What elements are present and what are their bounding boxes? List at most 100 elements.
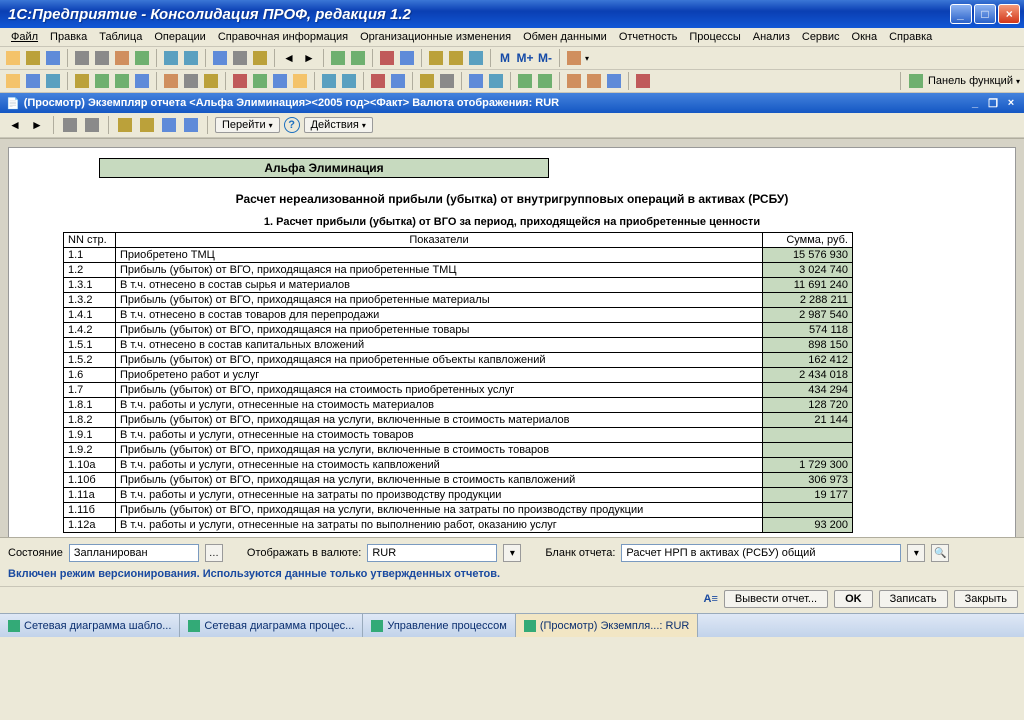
doc-restore-button[interactable]: ❐ xyxy=(986,97,1000,110)
actions-button[interactable]: Действия ▾ xyxy=(304,117,373,133)
func-panel-label[interactable]: Панель функций xyxy=(928,75,1013,87)
task-item-1[interactable]: Сетевая диаграмма шабло... xyxy=(0,614,180,637)
menu-table[interactable]: Таблица xyxy=(94,30,147,44)
new-icon[interactable] xyxy=(4,49,22,67)
format-icon[interactable] xyxy=(133,49,151,67)
users-icon[interactable] xyxy=(162,72,180,90)
grid-icon[interactable] xyxy=(320,72,338,90)
settings-icon[interactable] xyxy=(565,49,583,67)
m-button[interactable]: M xyxy=(496,49,514,67)
save-icon[interactable] xyxy=(44,49,62,67)
doc-icon[interactable] xyxy=(4,72,22,90)
menu-service[interactable]: Сервис xyxy=(797,30,845,44)
yellow-icon[interactable] xyxy=(73,72,91,90)
next-icon[interactable]: ► xyxy=(28,116,46,134)
grid2-icon[interactable] xyxy=(340,72,358,90)
state-field[interactable] xyxy=(69,544,199,562)
paste-icon[interactable] xyxy=(113,49,131,67)
arrow-left-icon[interactable]: ◄ xyxy=(280,49,298,67)
menu-processes[interactable]: Процессы xyxy=(684,30,745,44)
save-button[interactable]: Записать xyxy=(879,590,948,608)
menu-file[interactable]: Файл xyxy=(6,30,43,44)
stack-icon[interactable] xyxy=(271,72,289,90)
diagram-icon[interactable] xyxy=(605,72,623,90)
window-close-button[interactable]: × xyxy=(998,4,1020,24)
green2-icon[interactable] xyxy=(113,72,131,90)
book2-icon[interactable] xyxy=(585,72,603,90)
ref2-icon[interactable] xyxy=(138,116,156,134)
menu-exchange[interactable]: Обмен данными xyxy=(518,30,612,44)
list2-icon[interactable] xyxy=(44,72,62,90)
redo-icon[interactable] xyxy=(182,49,200,67)
menu-reporting[interactable]: Отчетность xyxy=(614,30,683,44)
menu-help[interactable]: Справка xyxy=(884,30,937,44)
goto-button[interactable]: Перейти ▾ xyxy=(215,117,280,133)
currency-field[interactable] xyxy=(367,544,497,562)
gear-icon[interactable] xyxy=(182,72,200,90)
state-ellipsis-button[interactable]: … xyxy=(205,544,223,562)
zoom-icon[interactable] xyxy=(61,116,79,134)
menu-edit[interactable]: Правка xyxy=(45,30,92,44)
ruler-icon[interactable] xyxy=(418,72,436,90)
m-plus-button[interactable]: M+ xyxy=(516,49,534,67)
book-icon[interactable] xyxy=(565,72,583,90)
target-icon[interactable] xyxy=(634,72,652,90)
m-minus-button[interactable]: M- xyxy=(536,49,554,67)
find-icon[interactable] xyxy=(211,49,229,67)
tree-expand-icon[interactable] xyxy=(349,49,367,67)
blue-icon[interactable] xyxy=(133,72,151,90)
blank-dropdown-button[interactable]: ▾ xyxy=(907,544,925,562)
menu-windows[interactable]: Окна xyxy=(847,30,883,44)
ref3-icon[interactable] xyxy=(160,116,178,134)
table2-icon[interactable] xyxy=(447,49,465,67)
calc-icon[interactable] xyxy=(231,49,249,67)
ref4-icon[interactable] xyxy=(182,116,200,134)
link2-icon[interactable] xyxy=(536,72,554,90)
menu-operations[interactable]: Операции xyxy=(149,30,210,44)
chart-icon[interactable] xyxy=(467,49,485,67)
arrow-right-icon[interactable]: ► xyxy=(300,49,318,67)
undo-icon[interactable] xyxy=(162,49,180,67)
report-viewport[interactable]: Альфа Элиминация Расчет нереализованной … xyxy=(0,138,1024,538)
table1-icon[interactable] xyxy=(427,49,445,67)
report-icon[interactable] xyxy=(291,72,309,90)
help-icon[interactable]: ? xyxy=(284,117,300,133)
doc-close-button[interactable]: × xyxy=(1004,97,1018,110)
blank-lookup-button[interactable]: 🔍 xyxy=(931,544,949,562)
prev-icon[interactable]: ◄ xyxy=(6,116,24,134)
window-maximize-button[interactable]: □ xyxy=(974,4,996,24)
ok-button[interactable]: OK xyxy=(834,590,873,608)
close-button[interactable]: Закрыть xyxy=(954,590,1018,608)
db-icon[interactable] xyxy=(467,72,485,90)
menu-orgchanges[interactable]: Организационные изменения xyxy=(355,30,516,44)
menu-analysis[interactable]: Анализ xyxy=(748,30,795,44)
task-item-2[interactable]: Сетевая диаграмма процес... xyxy=(180,614,363,637)
window-minimize-button[interactable]: _ xyxy=(950,4,972,24)
db2-icon[interactable] xyxy=(487,72,505,90)
doc-minimize-button[interactable]: _ xyxy=(968,97,982,110)
erase-icon[interactable] xyxy=(438,72,456,90)
calendar-icon[interactable] xyxy=(251,49,269,67)
task-item-3[interactable]: Управление процессом xyxy=(363,614,516,637)
sheet-icon[interactable] xyxy=(398,49,416,67)
list-icon[interactable] xyxy=(24,72,42,90)
red-icon[interactable] xyxy=(231,72,249,90)
menu-reference[interactable]: Справочная информация xyxy=(213,30,353,44)
folder-icon[interactable] xyxy=(202,72,220,90)
link-icon[interactable] xyxy=(516,72,534,90)
task-item-4[interactable]: (Просмотр) Экземпля...: RUR xyxy=(516,614,699,637)
cut-icon[interactable] xyxy=(73,49,91,67)
world-icon[interactable] xyxy=(389,72,407,90)
tree-icon[interactable] xyxy=(329,49,347,67)
flag-icon[interactable] xyxy=(369,72,387,90)
open-icon[interactable] xyxy=(24,49,42,67)
zoom2-icon[interactable] xyxy=(83,116,101,134)
refresh-icon[interactable] xyxy=(378,49,396,67)
currency-dropdown-button[interactable]: ▾ xyxy=(503,544,521,562)
output-report-button[interactable]: Вывести отчет... xyxy=(724,590,828,608)
green-icon[interactable] xyxy=(93,72,111,90)
puzzle-icon[interactable] xyxy=(251,72,269,90)
func-panel-icon[interactable] xyxy=(907,72,925,90)
copy-icon[interactable] xyxy=(93,49,111,67)
ref-icon[interactable] xyxy=(116,116,134,134)
